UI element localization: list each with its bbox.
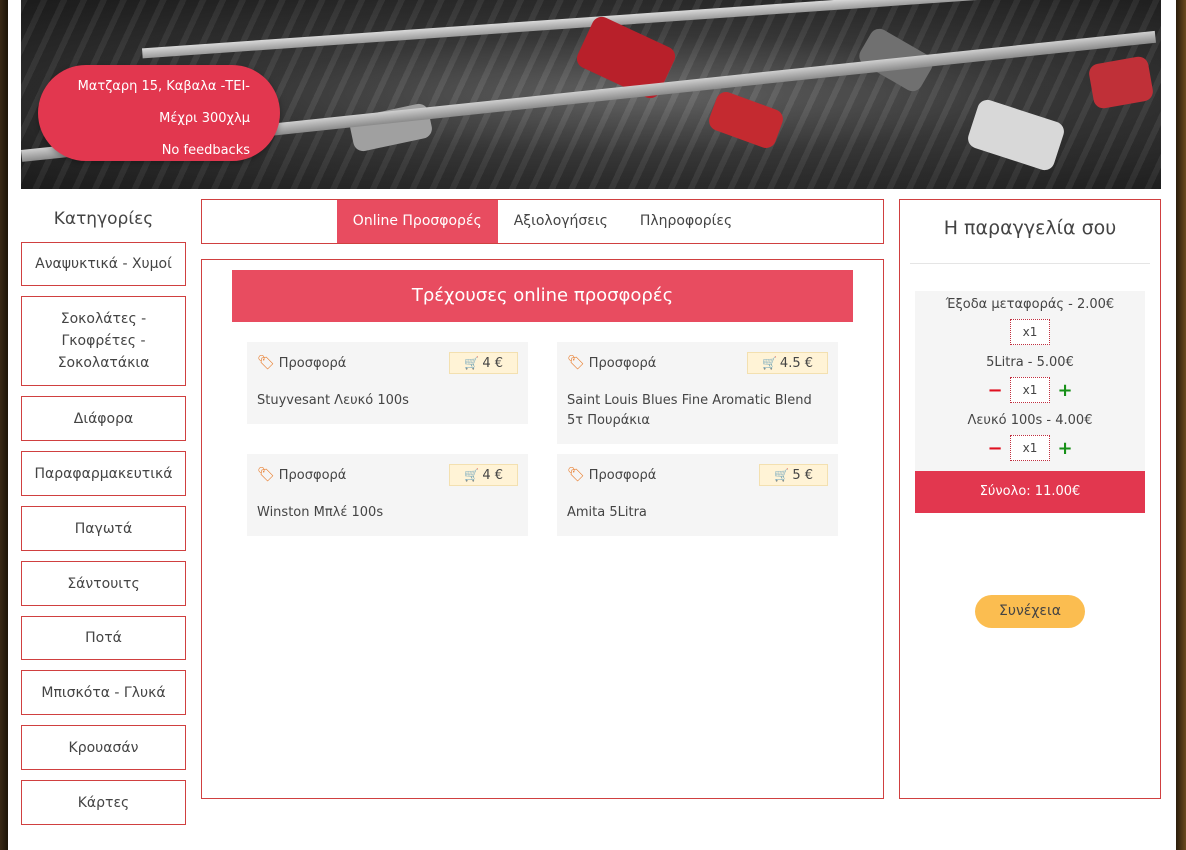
order-line-item: Έξοδα μεταφοράς - 2.00€ x1 bbox=[915, 297, 1145, 345]
increase-quantity-button[interactable]: + bbox=[1054, 380, 1076, 401]
sidebar-item-misc[interactable]: Διάφορα bbox=[21, 396, 186, 441]
offer-label-wrap: 🏷 Προσφορά bbox=[257, 467, 346, 483]
tags-icon: 🏷 bbox=[567, 355, 585, 371]
tags-icon: 🏷 bbox=[257, 355, 275, 371]
cart-icon: 🛒 bbox=[761, 356, 777, 370]
tab-online-offers[interactable]: Online Προσφορές bbox=[336, 200, 498, 243]
sidebar-item-ice-cream[interactable]: Παγωτά bbox=[21, 506, 186, 551]
order-item-title: Λευκό 100s - 4.00€ bbox=[967, 413, 1093, 428]
order-line-item: 5Litra - 5.00€ − x1 + bbox=[915, 355, 1145, 403]
store-info-badge: Ματζαρη 15, Καβαλα -ΤΕΙ- Μέχρι 300χλμ No… bbox=[38, 65, 280, 161]
offers-panel: Τρέχουσες online προσφορές 🏷 Προσφορά 🛒 4 … bbox=[201, 259, 884, 799]
order-item-title: Έξοδα μεταφοράς - 2.00€ bbox=[945, 297, 1115, 312]
offer-card[interactable]: 🏷 Προσφορά 🛒 4 € Stuyvesant Λευκό 100s bbox=[247, 342, 528, 424]
offer-product-name: Winston Μπλέ 100s bbox=[257, 505, 384, 520]
sidebar-item-cards[interactable]: Κάρτες bbox=[21, 780, 186, 825]
tags-icon: 🏷 bbox=[257, 467, 275, 483]
increase-quantity-button[interactable]: + bbox=[1054, 438, 1076, 459]
sidebar-title: Κατηγορίες bbox=[53, 209, 154, 229]
decrease-quantity-button[interactable]: − bbox=[984, 380, 1006, 401]
offer-price: 4 € bbox=[482, 356, 503, 371]
hero-decoration bbox=[706, 89, 786, 151]
order-panel: Η παραγγελία σου Έξοδα μεταφοράς - 2.00€… bbox=[899, 199, 1161, 799]
tab-reviews[interactable]: Αξιολογήσεις bbox=[498, 200, 624, 243]
add-to-cart-price-button[interactable]: 🛒 4 € bbox=[449, 464, 518, 486]
hero-decoration bbox=[965, 97, 1067, 173]
tags-icon: 🏷 bbox=[567, 467, 585, 483]
tab-info[interactable]: Πληροφορίες bbox=[624, 200, 748, 243]
offer-card[interactable]: 🏷 Προσφορά 🛒 4.5 € Saint Louis Blues Fine … bbox=[557, 342, 838, 444]
offer-price: 4 € bbox=[482, 468, 503, 483]
offer-label-wrap: 🏷 Προσφορά bbox=[567, 467, 656, 483]
offer-label-wrap: 🏷 Προσφορά bbox=[257, 355, 346, 371]
page: Ματζαρη 15, Καβαλα -ΤΕΙ- Μέχρι 300χλμ No… bbox=[8, 0, 1176, 850]
sidebar-item-pharmacy[interactable]: Παραφαρμακευτικά bbox=[21, 451, 186, 496]
sidebar-item-drinks[interactable]: Ποτά bbox=[21, 616, 186, 660]
offer-product-name: Stuyvesant Λευκό 100s bbox=[257, 393, 409, 408]
order-line-item: Λευκό 100s - 4.00€ − x1 + bbox=[915, 413, 1145, 461]
offer-label-wrap: 🏷 Προσφορά bbox=[567, 355, 656, 371]
cart-icon: 🛒 bbox=[774, 468, 790, 482]
offer-product-name: Amita 5Litra bbox=[567, 505, 647, 520]
category-sidebar: Κατηγορίες Αναψυκτικά - Χυμοί Σοκολάτες … bbox=[21, 200, 186, 835]
cart-icon: 🛒 bbox=[464, 468, 480, 482]
decrease-quantity-button[interactable]: − bbox=[984, 438, 1006, 459]
offer-card[interactable]: 🏷 Προσφορά 🛒 4 € Winston Μπλέ 100s bbox=[247, 454, 528, 536]
hero-banner: Ματζαρη 15, Καβαλα -ΤΕΙ- Μέχρι 300χλμ No… bbox=[21, 0, 1161, 189]
sidebar-item-sandwiches[interactable]: Σάντουιτς bbox=[21, 561, 186, 606]
sidebar-item-croissants[interactable]: Κρουασάν bbox=[21, 725, 186, 770]
offer-price: 5 € bbox=[792, 468, 813, 483]
offers-heading: Τρέχουσες online προσφορές bbox=[232, 270, 853, 322]
add-to-cart-price-button[interactable]: 🛒 5 € bbox=[759, 464, 828, 486]
order-title: Η παραγγελία σου bbox=[943, 217, 1117, 239]
store-feedback[interactable]: No feedbacks bbox=[38, 135, 250, 167]
continue-button[interactable]: Συνέχεια bbox=[975, 595, 1085, 628]
divider bbox=[910, 263, 1150, 264]
offer-label: Προσφορά bbox=[588, 467, 657, 483]
cart-icon: 🛒 bbox=[464, 356, 480, 370]
sidebar-item-refreshments[interactable]: Αναψυκτικά - Χυμοί bbox=[21, 242, 186, 286]
quantity-field: x1 bbox=[1010, 319, 1050, 345]
order-total: Σύνολο: 11.00€ bbox=[915, 471, 1145, 513]
add-to-cart-price-button[interactable]: 🛒 4.5 € bbox=[746, 352, 828, 374]
store-delivery-distance: Μέχρι 300χλμ bbox=[159, 111, 250, 126]
offer-card[interactable]: 🏷 Προσφορά 🛒 5 € Amita 5Litra bbox=[557, 454, 838, 536]
offer-label: Προσφορά bbox=[588, 355, 657, 371]
sidebar-item-chocolates[interactable]: Σοκολάτες - Γκοφρέτες - Σοκολατάκια bbox=[21, 296, 186, 386]
order-items: Έξοδα μεταφοράς - 2.00€ x1 5Litra - 5.00… bbox=[915, 291, 1145, 513]
hero-decoration bbox=[1087, 55, 1155, 110]
add-to-cart-price-button[interactable]: 🛒 4 € bbox=[449, 352, 518, 374]
sidebar-item-biscuits[interactable]: Μπισκότα - Γλυκά bbox=[21, 670, 186, 715]
store-tabs: Online Προσφορές Αξιολογήσεις Πληροφορίε… bbox=[201, 199, 884, 244]
quantity-field: x1 bbox=[1010, 435, 1050, 461]
order-item-title: 5Litra - 5.00€ bbox=[986, 355, 1074, 370]
offer-product-name: Saint Louis Blues Fine Aromatic Blend 5τ… bbox=[567, 393, 812, 428]
store-address: Ματζαρη 15, Καβαλα -ΤΕΙ- bbox=[77, 79, 250, 94]
quantity-field: x1 bbox=[1010, 377, 1050, 403]
offer-price: 4.5 € bbox=[779, 356, 813, 371]
offer-label: Προσφορά bbox=[278, 355, 347, 371]
offer-label: Προσφορά bbox=[278, 467, 347, 483]
